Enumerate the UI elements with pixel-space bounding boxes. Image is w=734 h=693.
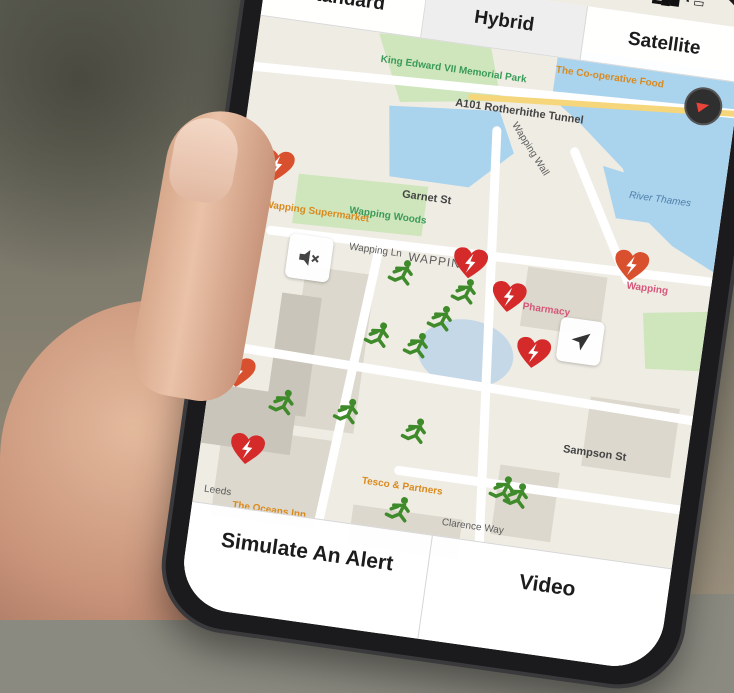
running-person-icon — [450, 279, 476, 305]
running-person-icon — [363, 322, 389, 348]
responder-marker[interactable] — [264, 387, 299, 426]
compass-needle — [696, 100, 711, 113]
running-person-icon — [387, 260, 413, 286]
responder-marker[interactable] — [396, 415, 431, 454]
responder-marker[interactable] — [329, 396, 364, 435]
heart-bolt-icon — [492, 280, 527, 312]
running-person-icon — [332, 398, 358, 425]
defibrillator-marker[interactable] — [513, 336, 552, 377]
responder-marker[interactable] — [398, 330, 433, 369]
heart-bolt-icon — [517, 336, 552, 368]
running-person-icon — [502, 483, 528, 509]
responder-marker[interactable] — [380, 494, 415, 533]
defibrillator-marker[interactable] — [227, 432, 266, 473]
responder-marker[interactable] — [359, 319, 394, 358]
running-person-icon — [384, 497, 410, 523]
running-person-icon — [400, 418, 426, 444]
phone-screen: The Co-operative Food King Edward VII Me… — [177, 0, 734, 673]
defibrillator-marker[interactable] — [489, 280, 528, 321]
defibrillator-marker[interactable] — [611, 249, 650, 290]
heart-bolt-icon — [231, 433, 266, 464]
responder-marker[interactable] — [383, 257, 418, 296]
mute-button[interactable] — [284, 233, 335, 283]
running-person-icon — [426, 306, 452, 332]
speaker-mute-icon — [299, 250, 320, 266]
heart-bolt-icon — [615, 249, 650, 281]
responder-marker[interactable] — [498, 480, 533, 519]
locate-me-button[interactable] — [555, 316, 606, 367]
location-arrow-icon — [571, 333, 591, 351]
running-person-icon — [268, 389, 294, 416]
running-person-icon — [402, 332, 428, 359]
